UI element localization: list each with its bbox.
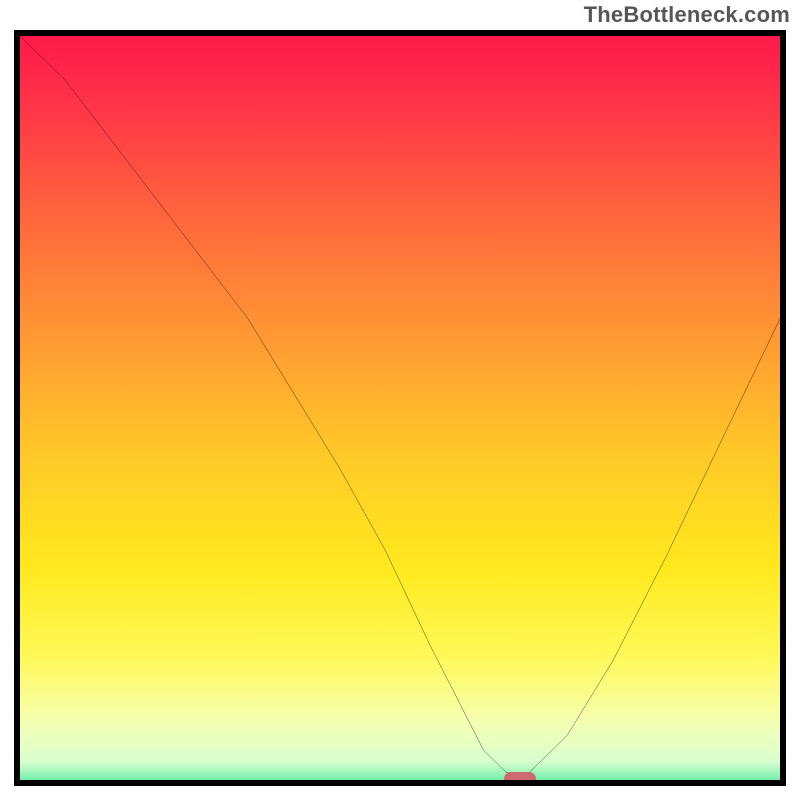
bottleneck-curve: [20, 36, 780, 780]
chart-container: TheBottleneck.com: [0, 0, 800, 800]
attribution-label: TheBottleneck.com: [584, 2, 790, 28]
optimal-point-marker: [504, 772, 536, 786]
plot-area: [14, 30, 786, 786]
